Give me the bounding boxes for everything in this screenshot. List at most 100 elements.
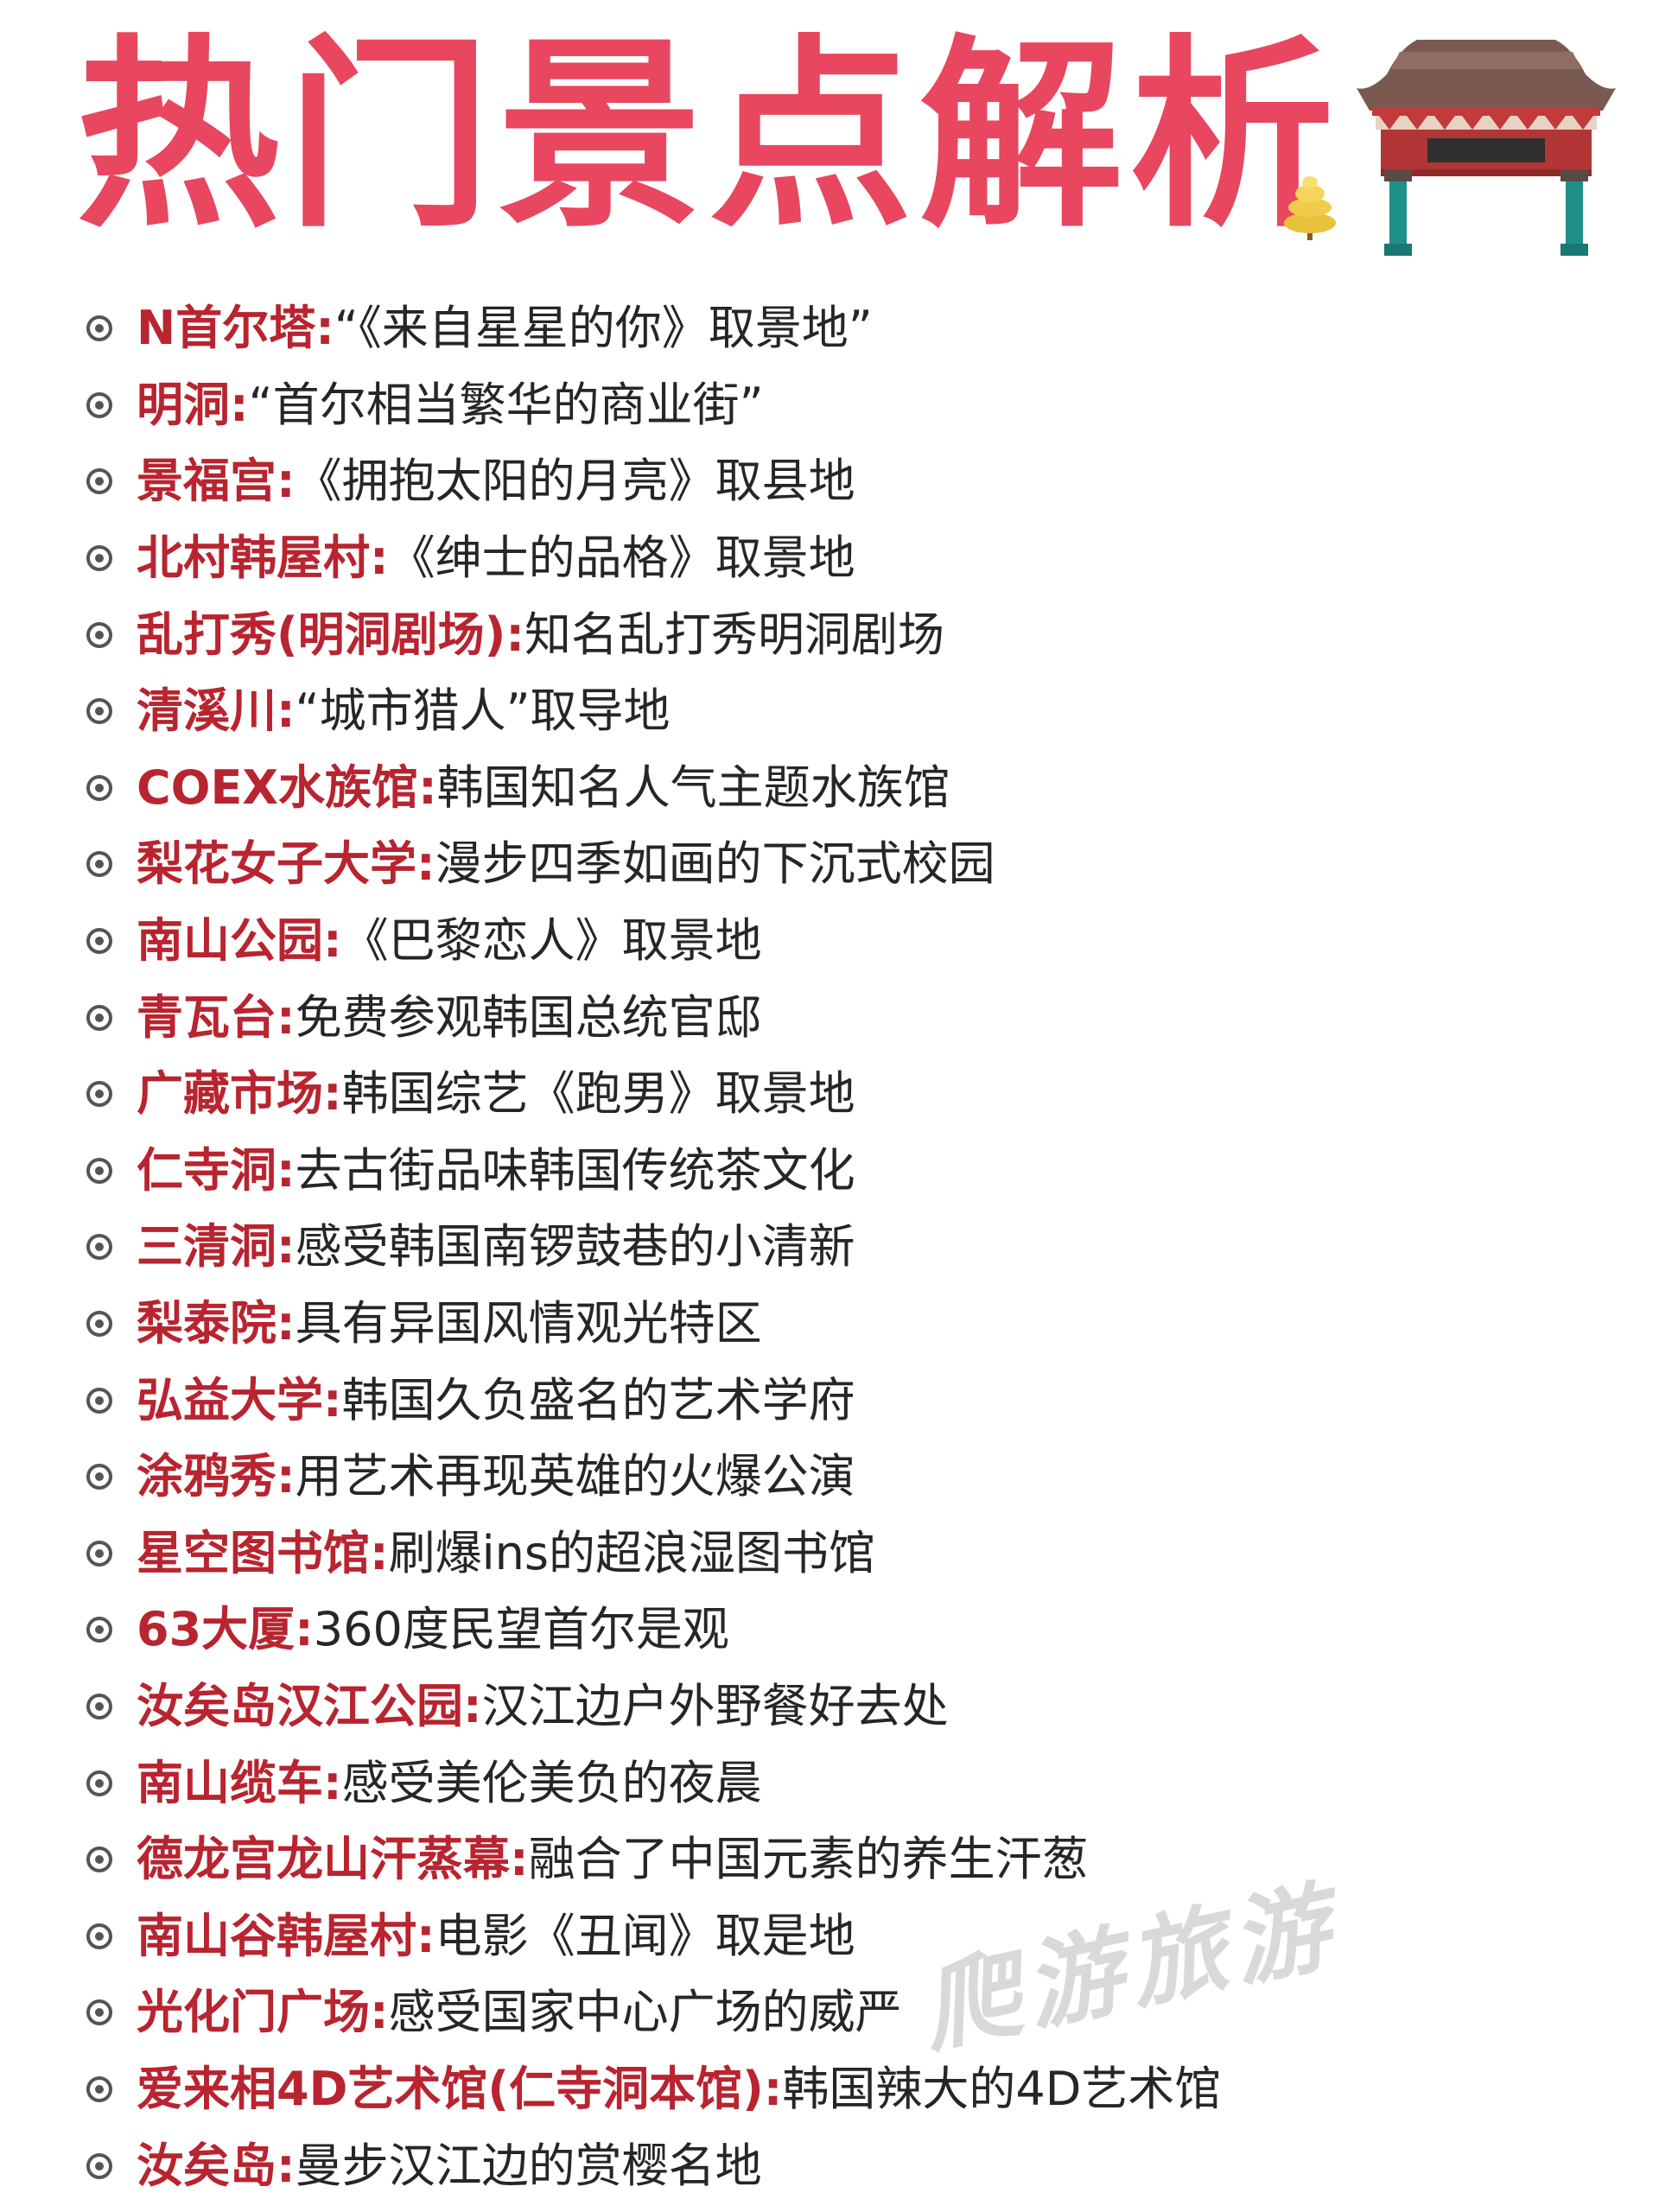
spot-description: 韩国久负盛名的艺术学府 — [341, 1372, 855, 1427]
spot-separator: : — [295, 1602, 314, 1657]
spot-separator: : — [323, 913, 342, 969]
bullet-icon — [86, 851, 112, 878]
bullet-icon — [86, 1770, 112, 1796]
spot-name: 弘益大学 — [137, 1372, 323, 1427]
spot-separator: : — [276, 1219, 296, 1274]
spot-name: 三清洞 — [137, 1219, 276, 1274]
list-item: 景福宫: 《拥抱太阳的月亮》取县地 — [86, 443, 1221, 520]
spot-description: 韩国综艺《跑男》取景地 — [341, 1066, 855, 1122]
bullet-icon — [86, 2152, 112, 2179]
spot-name: 63大厦 — [137, 1602, 296, 1657]
spot-name: COEX水族馆 — [137, 760, 419, 815]
spot-name: 北村韩屋村 — [137, 531, 370, 586]
spot-name: 景福宫 — [137, 454, 276, 509]
page-title: 热门景点解析 — [76, 17, 1342, 255]
bullet-icon — [86, 1387, 112, 1414]
list-item: 汝矣岛: 曼步汉江边的赏樱名地 — [86, 2127, 1221, 2204]
list-item: 清溪川: “城市猎人”取导地 — [86, 673, 1221, 750]
bullet-icon — [86, 315, 112, 342]
bullet-icon — [86, 1999, 112, 2026]
list-item: 梨泰院: 具有异国风情观光特区 — [86, 1286, 1221, 1363]
spot-name: 光化门广场 — [137, 1985, 370, 2040]
spot-description: 《巴黎恋人》取景地 — [341, 913, 762, 969]
gate-illustration — [1284, 40, 1616, 256]
list-item: 南山缆车: 感受美伦美负的夜晨 — [86, 1745, 1221, 1821]
spot-name: 汝矣岛汉江公园 — [137, 1678, 463, 1733]
spot-separator: : — [276, 1449, 296, 1504]
list-item: 广藏市场: 韩国综艺《跑男》取景地 — [86, 1056, 1221, 1133]
spot-description: 具有异国风情观光特区 — [295, 1296, 762, 1351]
bullet-icon — [86, 1693, 112, 1719]
bullet-icon — [86, 1004, 112, 1031]
spot-description: 漫步四季如画的下沉式校园 — [435, 836, 995, 892]
spot-name: 梨泰院 — [137, 1296, 276, 1351]
bullet-icon — [86, 545, 112, 572]
bullet-icon — [86, 1157, 112, 1184]
spot-name: 乱打秀(明洞剧场) — [137, 607, 506, 662]
bullet-icon — [86, 1311, 112, 1338]
list-item: 南山公园: 《巴黎恋人》取景地 — [86, 903, 1221, 980]
spot-name: 青瓦台 — [137, 989, 276, 1045]
spot-name: 仁寺洞 — [137, 1142, 276, 1198]
list-item: COEX水族馆: 韩国知名人气主题水族馆 — [86, 750, 1221, 827]
spot-separator: : — [370, 1985, 389, 2040]
list-item: 乱打秀(明洞剧场): 知名乱打秀明洞剧场 — [86, 596, 1221, 673]
spot-separator: : — [763, 2061, 783, 2116]
korean-gate-icon — [1357, 40, 1616, 256]
list-item: N首尔塔: “《来自星星的你》取景地” — [86, 290, 1221, 367]
spot-description: 360度民望首尔是观 — [313, 1602, 729, 1657]
list-item: 汝矣岛汉江公园: 汉江边户外野餐好去处 — [86, 1669, 1221, 1745]
spot-name: N首尔塔 — [137, 301, 316, 356]
bullet-icon — [86, 1617, 112, 1643]
spot-separator: : — [463, 1678, 482, 1733]
list-item: 青瓦台: 免费参观韩国总统官邸 — [86, 979, 1221, 1056]
spot-name: 汝矣岛 — [137, 2138, 276, 2193]
spot-description: 电影《丑闻》取是地 — [435, 1908, 855, 1963]
spot-separator: : — [370, 531, 389, 586]
spot-separator: : — [276, 683, 296, 739]
spot-separator: : — [323, 1372, 342, 1427]
bullet-icon — [86, 1847, 112, 1873]
spot-description: 《绅士的品格》取景地 — [388, 531, 855, 586]
list-item: 星空图书馆: 刷爆ins的超浪湿图书馆 — [86, 1516, 1221, 1592]
spot-description: 感受美伦美负的夜晨 — [341, 1755, 762, 1810]
list-item: 涂鸦秀: 用艺术再现英雄的火爆公演 — [86, 1439, 1221, 1516]
spot-separator: : — [416, 1908, 435, 1963]
spot-description: 《拥抱太阳的月亮》取县地 — [295, 454, 855, 509]
spot-separator: : — [323, 1066, 342, 1122]
spot-description: 融合了中国元素的养生汗葱 — [528, 1832, 1089, 1887]
spot-separator: : — [315, 301, 334, 356]
spot-description: 曼步汉江边的赏樱名地 — [295, 2138, 762, 2193]
bullet-icon — [86, 391, 112, 418]
spot-description: 感受韩国南锣鼓巷的小清新 — [295, 1219, 855, 1274]
bullet-icon — [86, 698, 112, 725]
spot-separator: : — [323, 1755, 342, 1810]
bullet-icon — [86, 1081, 112, 1108]
list-item: 北村韩屋村: 《绅士的品格》取景地 — [86, 520, 1221, 597]
bullet-icon — [86, 2075, 112, 2102]
bullet-icon — [86, 774, 112, 801]
spot-separator: : — [276, 1142, 296, 1198]
bullet-icon — [86, 1540, 112, 1567]
spot-description: “城市猎人”取导地 — [295, 683, 671, 739]
list-item: 63大厦:360度民望首尔是观 — [86, 1592, 1221, 1669]
list-item: 弘益大学: 韩国久负盛名的艺术学府 — [86, 1362, 1221, 1439]
bullet-icon — [86, 1234, 112, 1261]
tree-icon — [1284, 176, 1336, 240]
list-item: 仁寺洞: 去古街品味韩国传统茶文化 — [86, 1133, 1221, 1210]
spot-separator: : — [370, 1525, 389, 1580]
spot-name: 南山谷韩屋村 — [137, 1908, 416, 1963]
list-item: 德龙宫龙山汗蒸幕: 融合了中国元素的养生汗葱 — [86, 1821, 1221, 1898]
bullet-icon — [86, 1464, 112, 1491]
spot-name: 南山公园 — [137, 913, 323, 969]
spot-separator: : — [276, 454, 296, 509]
spot-description: 刷爆ins的超浪湿图书馆 — [388, 1525, 875, 1580]
spot-description: 感受国家中心广场的威严 — [388, 1985, 902, 2040]
spot-separator: : — [510, 1832, 529, 1887]
spot-separator: : — [416, 836, 435, 892]
spot-name: 梨花女子大学 — [137, 836, 416, 892]
list-item: 爱来相4D艺术馆(仁寺洞本馆): 韩国辣大的4D艺术馆 — [86, 2051, 1221, 2128]
spot-name: 涂鸦秀 — [137, 1449, 276, 1504]
spot-separator: : — [505, 607, 524, 662]
spot-description: 韩国知名人气主题水族馆 — [436, 760, 950, 815]
